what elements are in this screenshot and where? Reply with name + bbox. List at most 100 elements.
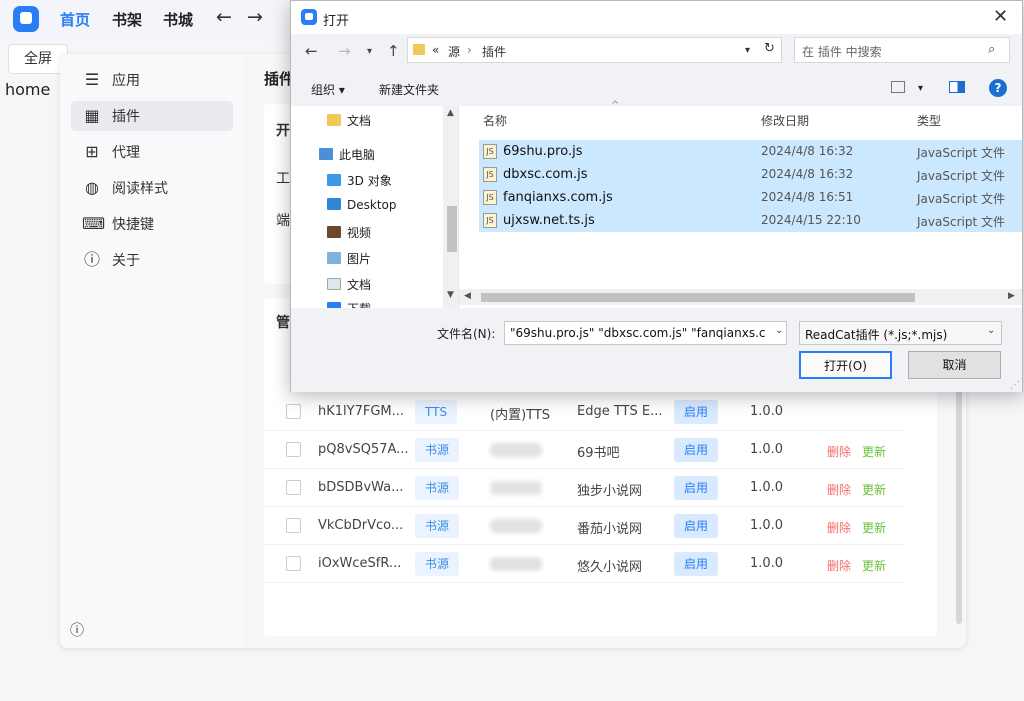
tree-item-pictures[interactable]: 图片 xyxy=(327,250,371,267)
nav-bookshelf[interactable]: 书架 xyxy=(112,9,142,30)
hscroll-thumb[interactable] xyxy=(481,293,915,302)
row-checkbox[interactable] xyxy=(286,442,301,457)
column-header-type[interactable]: 类型 xyxy=(917,112,941,129)
update-link[interactable]: 更新 xyxy=(862,557,886,574)
address-bar[interactable]: « 源 › 插件 ▾ ↻ xyxy=(407,37,782,63)
row-checkbox[interactable] xyxy=(286,556,301,571)
file-row[interactable]: JS 69shu.pro.js 2024/4/8 16:32 JavaScrip… xyxy=(479,140,1022,163)
nav-bookstore[interactable]: 书城 xyxy=(163,9,193,30)
filename-dropdown-chevron-icon[interactable]: ⌄ xyxy=(775,325,783,336)
breadcrumb-item[interactable]: 源 xyxy=(448,43,460,60)
nav-home[interactable]: 首页 xyxy=(60,9,90,30)
file-type-chevron-icon[interactable]: ⌄ xyxy=(987,325,995,336)
row-checkbox[interactable] xyxy=(286,518,301,533)
scroll-left-icon[interactable]: ◀ xyxy=(464,291,471,301)
update-link[interactable]: 更新 xyxy=(862,443,886,460)
column-header-date[interactable]: 修改日期 xyxy=(761,112,809,129)
breadcrumb-item[interactable]: 插件 xyxy=(482,43,506,60)
forward-arrow-icon[interactable]: → xyxy=(338,42,351,60)
search-input[interactable]: 在 插件 中搜索 ⌕ xyxy=(794,37,1010,63)
tree-item-3d-objects[interactable]: 3D 对象 xyxy=(327,172,392,189)
tree-item-downloads[interactable]: 下载 xyxy=(327,300,371,308)
network-icon: ⊞ xyxy=(85,142,99,161)
home-label: home xyxy=(5,80,51,99)
open-button[interactable]: 打开(O) xyxy=(799,351,892,379)
preview-pane-icon[interactable] xyxy=(949,81,965,93)
sidebar-item-reading-style[interactable]: ◍ 阅读样式 xyxy=(71,173,233,203)
open-file-dialog: 打开 ✕ ← → ▾ ↑ « 源 › 插件 ▾ ↻ 在 插件 中搜索 ⌕ 组织 … xyxy=(290,0,1023,392)
address-dropdown-chevron-icon[interactable]: ▾ xyxy=(745,45,750,56)
delete-link[interactable]: 删除 xyxy=(827,443,851,460)
tree-scrollbar[interactable]: ▲ ▼ xyxy=(443,106,458,308)
row-checkbox[interactable] xyxy=(286,480,301,495)
sidebar-item-about[interactable]: ⓘ 关于 xyxy=(71,245,233,275)
forward-arrow-icon[interactable]: → xyxy=(247,6,263,28)
tree-scroll-thumb[interactable] xyxy=(447,206,457,252)
file-row[interactable]: JS fanqianxs.com.js 2024/4/8 16:51 JavaS… xyxy=(479,186,1022,209)
delete-link[interactable]: 删除 xyxy=(827,557,851,574)
scroll-up-icon[interactable]: ▲ xyxy=(447,108,454,118)
tree-item-desktop[interactable]: Desktop xyxy=(327,198,397,212)
organize-button[interactable]: 组织 ▾ xyxy=(311,81,345,98)
delete-link[interactable]: 删除 xyxy=(827,519,851,536)
help-icon[interactable]: ? xyxy=(989,79,1007,97)
info-icon[interactable]: ⓘ xyxy=(70,620,84,640)
sidebar-item-app[interactable]: ☰ 应用 xyxy=(71,65,233,95)
folder-icon xyxy=(327,114,341,126)
settings-sidebar: ☰ 应用 ▦ 插件 ⊞ 代理 ◍ 阅读样式 ⌨ 快捷键 ⓘ 关于 ⓘ xyxy=(60,54,243,648)
file-row[interactable]: JS ujxsw.net.ts.js 2024/4/15 22:10 JavaS… xyxy=(479,209,1022,232)
tree-item-documents[interactable]: 文档 xyxy=(327,112,371,129)
sort-indicator-icon: ^ xyxy=(611,100,620,111)
table-row: iOxWceSfR... 书源 悠久小说网 启用 1.0.0 删除 更新 xyxy=(264,545,904,583)
enable-toggle[interactable]: 启用 xyxy=(674,400,719,424)
back-arrow-icon[interactable]: ← xyxy=(305,42,318,60)
enable-toggle[interactable]: 启用 xyxy=(674,514,719,538)
scroll-down-icon[interactable]: ▼ xyxy=(447,290,454,300)
cancel-button[interactable]: 取消 xyxy=(908,351,1001,379)
close-icon[interactable]: ✕ xyxy=(993,6,1008,27)
plugin-author: (内置)TTS xyxy=(490,408,551,423)
plugin-type-tag: 书源 xyxy=(415,476,460,500)
sidebar-item-plugins[interactable]: ▦ 插件 xyxy=(71,101,233,131)
fullscreen-button[interactable]: 全屏 xyxy=(8,44,68,74)
delete-link[interactable]: 删除 xyxy=(827,481,851,498)
sidebar-item-proxy[interactable]: ⊞ 代理 xyxy=(71,137,233,167)
filename-input[interactable]: "69shu.pro.js" "dbxsc.com.js" "fanqianxs… xyxy=(504,321,787,345)
file-row[interactable]: JS dbxsc.com.js 2024/4/8 16:32 JavaScrip… xyxy=(479,163,1022,186)
view-chevron-icon[interactable]: ▾ xyxy=(918,83,923,94)
file-type-select[interactable]: ReadCat插件 (*.js;*.mjs) xyxy=(799,321,1002,345)
tree-item-videos[interactable]: 视频 xyxy=(327,224,371,241)
up-arrow-icon[interactable]: ↑ xyxy=(387,42,400,60)
update-link[interactable]: 更新 xyxy=(862,481,886,498)
file-date: 2024/4/8 16:51 xyxy=(761,190,854,204)
enable-toggle[interactable]: 启用 xyxy=(674,438,719,462)
plugin-author-blurred xyxy=(490,519,542,533)
back-arrow-icon[interactable]: ← xyxy=(216,6,232,28)
computer-icon xyxy=(319,148,333,160)
refresh-icon[interactable]: ↻ xyxy=(764,41,775,56)
tree-item-documents-2[interactable]: 文档 xyxy=(327,276,371,293)
scroll-right-icon[interactable]: ▶ xyxy=(1008,291,1015,301)
dialog-title-bar: 打开 ✕ xyxy=(291,1,1022,34)
breadcrumb-separator: › xyxy=(467,43,472,57)
resize-grip-icon[interactable]: ⋰ xyxy=(1010,380,1020,391)
new-folder-button[interactable]: 新建文件夹 xyxy=(379,81,439,98)
sidebar-item-label: 快捷键 xyxy=(112,217,154,233)
file-list-hscrollbar[interactable]: ◀ ▶ xyxy=(459,289,1022,305)
sidebar-item-label: 应用 xyxy=(112,73,140,89)
row-checkbox[interactable] xyxy=(286,404,301,419)
enable-toggle[interactable]: 启用 xyxy=(674,552,719,576)
column-header-name[interactable]: 名称 xyxy=(483,112,507,129)
table-row: VkCbDrVco... 书源 番茄小说网 启用 1.0.0 删除 更新 xyxy=(264,507,904,545)
content-scrollbar[interactable] xyxy=(956,384,962,624)
view-options-icon[interactable] xyxy=(891,81,905,93)
enable-toggle[interactable]: 启用 xyxy=(674,476,719,500)
sidebar-item-shortcuts[interactable]: ⌨ 快捷键 xyxy=(71,209,233,239)
tree-item-label: 视频 xyxy=(347,226,372,240)
tree-item-label: Desktop xyxy=(347,198,397,212)
sidebar-item-label: 阅读样式 xyxy=(112,181,168,197)
recent-locations-chevron-icon[interactable]: ▾ xyxy=(367,46,372,57)
breadcrumb-overflow[interactable]: « xyxy=(432,43,439,57)
update-link[interactable]: 更新 xyxy=(862,519,886,536)
tree-item-this-pc[interactable]: 此电脑 xyxy=(319,146,375,163)
